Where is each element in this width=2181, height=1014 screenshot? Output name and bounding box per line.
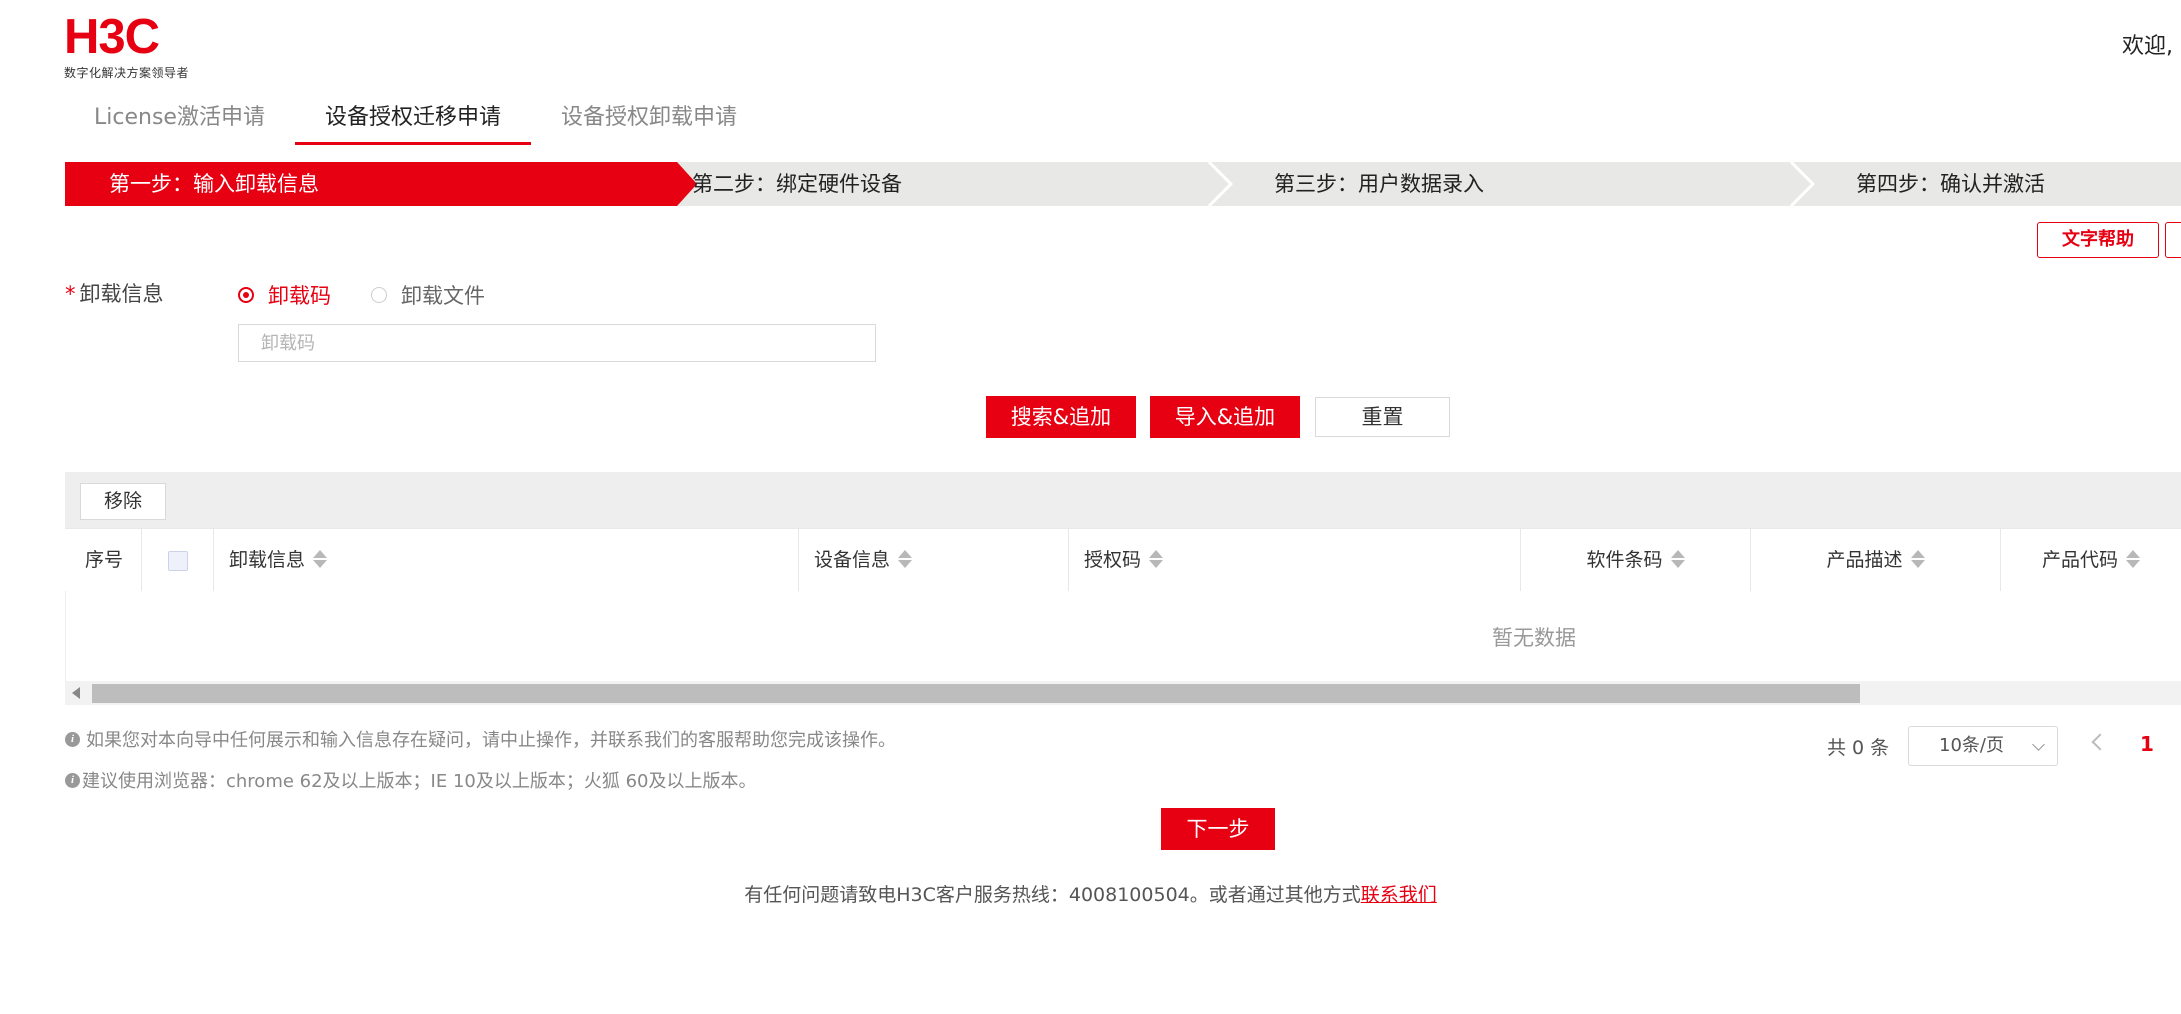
radio-uninstall-file[interactable]: 卸载文件	[371, 280, 485, 310]
pager-current-page[interactable]: 1	[2140, 732, 2154, 756]
browser-note-text: 建议使用浏览器：chrome 62及以上版本；IE 10及以上版本；火狐 60及…	[82, 771, 757, 792]
contact-us-link[interactable]: 联系我们	[1361, 884, 1437, 906]
tab-device-migration[interactable]: 设备授权迁移申请	[294, 96, 531, 145]
select-all-checkbox[interactable]	[167, 550, 188, 571]
footer-text: 有任何问题请致电H3C客户服务热线：4008100504。或者通过其他方式	[744, 884, 1361, 906]
tab-device-uninstall[interactable]: 设备授权卸载申请	[531, 96, 767, 142]
required-mark: *	[65, 282, 76, 306]
info-icon: i	[65, 731, 80, 747]
tab-license-activation[interactable]: License激活申请	[64, 96, 295, 142]
scroll-left-icon[interactable]	[72, 687, 80, 699]
search-add-button[interactable]: 搜索&追加	[986, 396, 1136, 438]
step-progress: 第一步：输入卸载信息 第二步：绑定硬件设备 第三步：用户数据录入 第四步：确认并…	[65, 162, 2181, 206]
remove-button[interactable]: 移除	[80, 483, 166, 520]
step-3: 第三步：用户数据录入	[1274, 172, 1484, 196]
step-1: 第一步：输入卸载信息	[109, 172, 319, 196]
step-divider-icon	[1207, 162, 1237, 206]
uninstall-info-label-text: 卸载信息	[79, 282, 164, 306]
sort-icon[interactable]	[1910, 549, 1925, 569]
sort-icon[interactable]	[2126, 549, 2140, 569]
tab-bar: License激活申请 设备授权迁移申请 设备授权卸载申请	[64, 96, 767, 146]
help-note-text: 如果您对本向导中任何展示和输入信息存在疑问，请中止操作，并联系我们的客服帮助您完…	[86, 730, 896, 751]
col-select-all	[141, 529, 213, 591]
chevron-down-icon	[2032, 738, 2045, 751]
col-software-barcode[interactable]: 软件条码	[1520, 529, 1750, 591]
uninstall-code-input[interactable]	[238, 324, 876, 362]
info-icon: i	[65, 772, 80, 788]
welcome-text: 欢迎,	[2122, 34, 2173, 59]
col-product-desc-label: 产品描述	[1826, 549, 1903, 571]
sort-icon[interactable]	[1670, 549, 1685, 569]
col-device-info[interactable]: 设备信息	[798, 529, 1068, 591]
radio-checked-icon[interactable]	[238, 287, 254, 303]
prev-page-icon[interactable]	[2091, 733, 2109, 751]
radio-uninstall-code-label: 卸载码	[268, 284, 331, 308]
col-auth-code-label: 授权码	[1084, 549, 1142, 571]
step-4: 第四步：确认并激活	[1856, 172, 2045, 196]
page-size-select[interactable]: 10条/页	[1908, 726, 2058, 766]
logo-text: H3C	[64, 10, 160, 64]
radio-unchecked-icon[interactable]	[371, 287, 387, 303]
h3c-logo[interactable]: H3C 数字化解决方案领导者	[64, 10, 199, 80]
text-help-button[interactable]: 文字帮助	[2037, 222, 2159, 258]
pager-total: 共 0 条	[1827, 737, 1890, 759]
help-note: i 如果您对本向导中任何展示和输入信息存在疑问，请中止操作，并联系我们的客服帮助您…	[65, 726, 896, 752]
col-software-barcode-label: 软件条码	[1586, 549, 1663, 571]
reset-button[interactable]: 重置	[1315, 397, 1450, 437]
col-index: 序号	[65, 529, 141, 591]
col-uninstall-info[interactable]: 卸载信息	[213, 529, 798, 591]
col-product-code[interactable]: 产品代码	[2000, 529, 2181, 591]
col-product-desc[interactable]: 产品描述	[1750, 529, 2000, 591]
col-product-code-label: 产品代码	[2041, 549, 2118, 571]
sort-icon[interactable]	[898, 549, 913, 569]
sort-icon[interactable]	[313, 549, 328, 569]
radio-uninstall-file-label: 卸载文件	[401, 284, 485, 308]
help-button-partial[interactable]	[2165, 222, 2181, 258]
step-divider-icon	[1789, 162, 1819, 206]
empty-placeholder: 暂无数据	[1492, 626, 1576, 650]
table-body	[65, 591, 2181, 681]
col-device-info-label: 设备信息	[814, 549, 891, 571]
browser-note: i 建议使用浏览器：chrome 62及以上版本；IE 10及以上版本；火狐 60…	[65, 767, 757, 793]
logo-tagline: 数字化解决方案领导者	[64, 66, 190, 80]
table-toolbar	[65, 472, 2181, 528]
table-header: 序号 卸载信息 设备信息 授权码 软件条码 产品描述 产品代码	[65, 528, 2181, 592]
footer-contact: 有任何问题请致电H3C客户服务热线：4008100504。或者通过其他方式联系我…	[0, 880, 2181, 907]
scrollbar-thumb[interactable]	[92, 684, 1860, 703]
next-step-button[interactable]: 下一步	[1161, 808, 1275, 850]
uninstall-info-label: * 卸载信息	[65, 278, 164, 308]
import-add-button[interactable]: 导入&追加	[1150, 396, 1300, 438]
col-auth-code[interactable]: 授权码	[1068, 529, 1520, 591]
sort-icon[interactable]	[1149, 549, 1164, 569]
col-index-label: 序号	[85, 549, 124, 571]
page-size-value: 10条/页	[1939, 735, 2004, 756]
uninstall-type-radio-group: 卸载码 卸载文件	[238, 280, 525, 310]
radio-uninstall-code[interactable]: 卸载码	[238, 280, 331, 310]
step-2: 第二步：绑定硬件设备	[692, 172, 902, 196]
col-uninstall-info-label: 卸载信息	[229, 549, 306, 571]
